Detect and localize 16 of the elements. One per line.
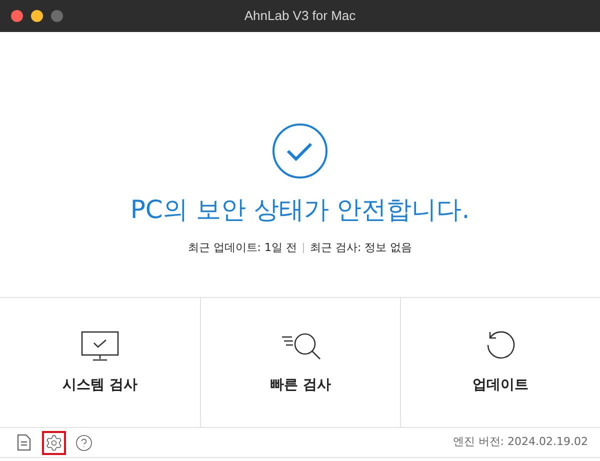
last-scan-text: 최근 검사: 정보 없음 [310, 240, 412, 256]
monitor-icon [81, 331, 119, 361]
engine-version-text: 엔진 버전: 2024.02.19.02 [452, 434, 588, 450]
settings-icon [45, 434, 63, 452]
last-update-text: 최근 업데이트: 1일 전 [188, 240, 297, 256]
status-headline: PC의 보안 상태가 안전합니다. [130, 197, 470, 222]
checkmark-circle-icon [272, 123, 328, 179]
toolbar-button[interactable] [42, 430, 66, 454]
close-button[interactable] [11, 10, 23, 22]
zoom-button[interactable] [51, 10, 63, 22]
help-icon [75, 434, 93, 452]
document-icon [17, 434, 31, 451]
search-icon [280, 331, 320, 361]
window-title: AhnLab V3 for Mac [244, 7, 356, 26]
refresh-icon [484, 329, 516, 361]
minimize-button[interactable] [31, 10, 43, 22]
